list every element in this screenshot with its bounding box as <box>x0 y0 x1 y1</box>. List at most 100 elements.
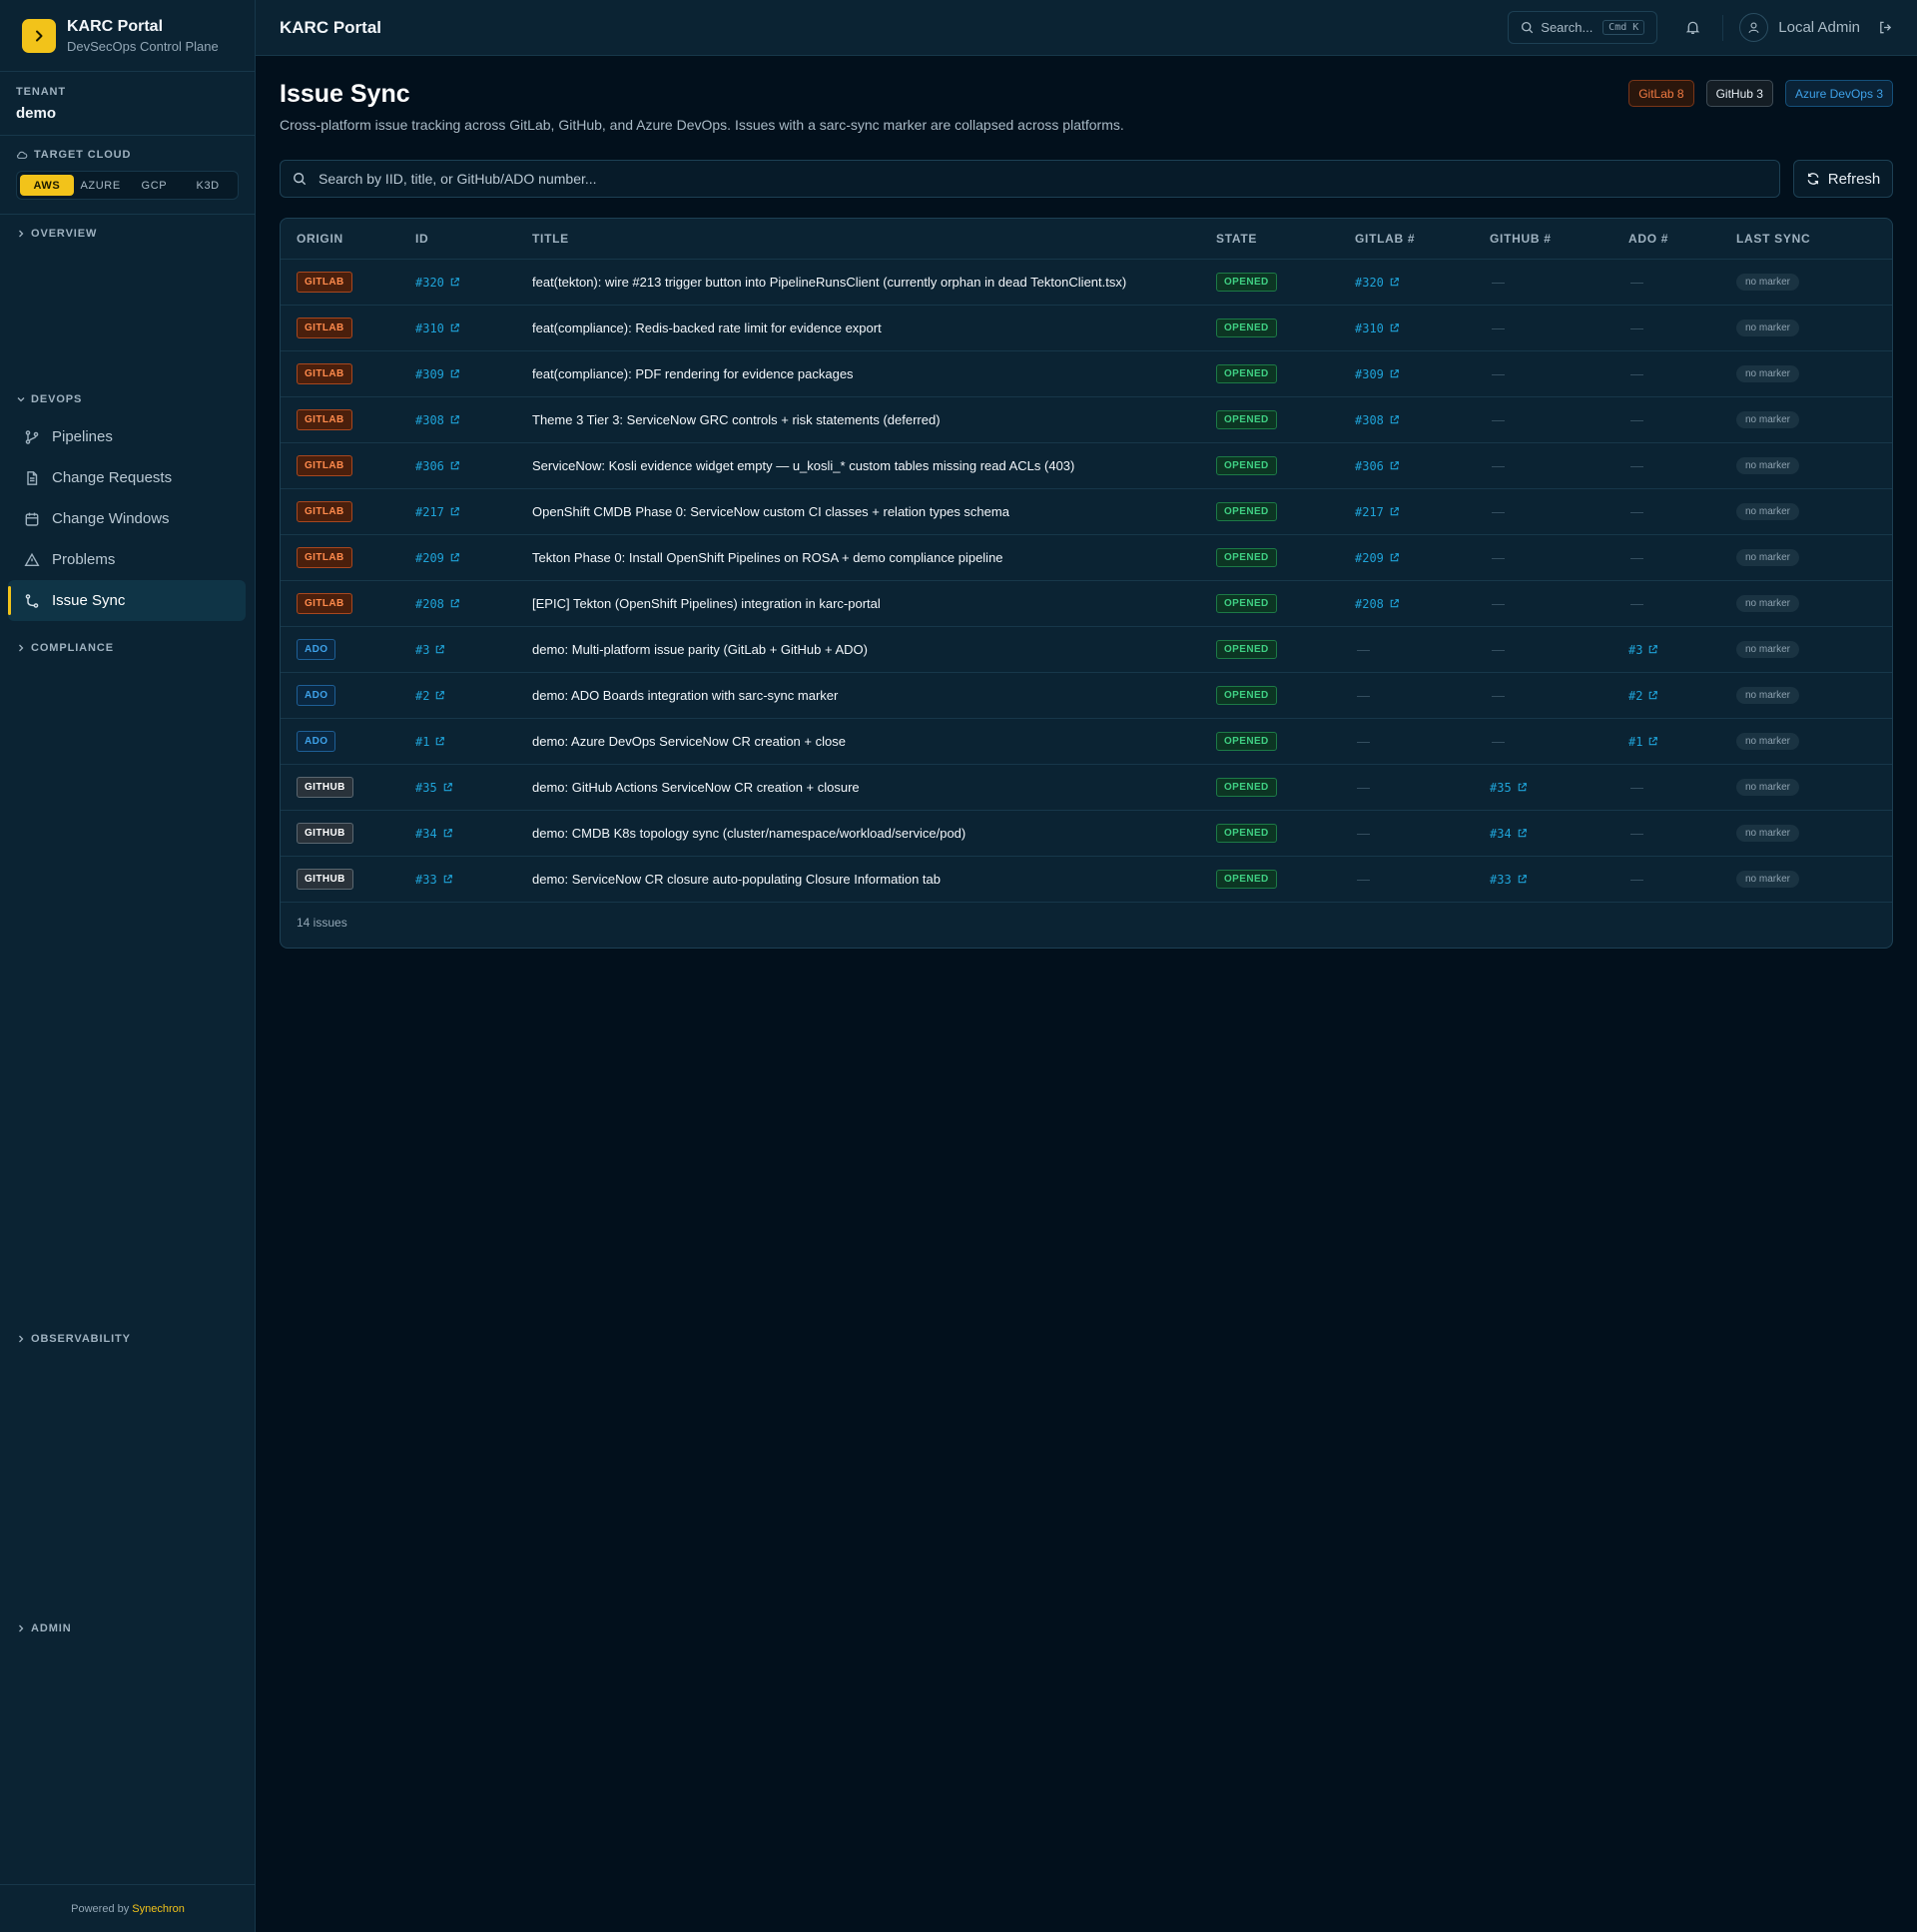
platform-counts: GitLab 8 GitHub 3 Azure DevOps 3 <box>1628 80 1893 107</box>
column-header-last-sync[interactable]: LAST SYNC <box>1736 232 1886 246</box>
sidebar-item-pipelines[interactable]: Pipelines <box>8 416 246 457</box>
footer-brand-link[interactable]: Synechron <box>132 1903 185 1915</box>
gitlab-link[interactable]: #320 <box>1355 276 1400 290</box>
issue-title: OpenShift CMDB Phase 0: ServiceNow custo… <box>532 504 1009 519</box>
gitlab-link[interactable]: #310 <box>1355 322 1400 335</box>
nav-section-observability[interactable]: OBSERVABILITY <box>16 1333 131 1345</box>
issue-id-link[interactable]: #35 <box>415 781 453 795</box>
ado-empty: — <box>1630 275 1643 290</box>
issue-search-input[interactable]: Search by IID, title, or GitHub/ADO numb… <box>280 160 1780 198</box>
nav-section-overview[interactable]: OVERVIEW <box>16 228 97 240</box>
issue-id-link[interactable]: #34 <box>415 827 453 841</box>
column-header-github[interactable]: GITHUB # <box>1490 232 1628 246</box>
issue-id-link[interactable]: #320 <box>415 276 460 290</box>
origin-badge: GITLAB <box>297 363 352 384</box>
cloud-option-azure[interactable]: AZURE <box>74 175 128 196</box>
issue-id-link[interactable]: #208 <box>415 597 460 611</box>
column-header-title[interactable]: TITLE <box>532 232 1216 246</box>
gitlab-empty: — <box>1357 734 1370 749</box>
sidebar-item-change-windows[interactable]: Change Windows <box>8 498 246 539</box>
gitlab-link[interactable]: #209 <box>1355 551 1400 565</box>
table-row[interactable]: GITLAB #309 feat(compliance): PDF renderin… <box>281 351 1892 397</box>
user-name[interactable]: Local Admin <box>1778 19 1860 36</box>
ado-link[interactable]: #1 <box>1628 735 1658 749</box>
chevron-right-icon <box>19 230 24 238</box>
table-row[interactable]: GITHUB #33 demo: ServiceNow CR closure aut… <box>281 857 1892 903</box>
issue-id-link[interactable]: #3 <box>415 643 445 657</box>
global-search-button[interactable]: Search... Cmd K <box>1508 11 1658 44</box>
column-header-origin[interactable]: ORIGIN <box>281 232 415 246</box>
table-row[interactable]: GITLAB #217 OpenShift CMDB Phase 0: Servic… <box>281 489 1892 535</box>
issue-id-link[interactable]: #209 <box>415 551 460 565</box>
table-row[interactable]: GITHUB #34 demo: CMDB K8s topology sync (c… <box>281 811 1892 857</box>
table-row[interactable]: GITLAB #310 feat(compliance): Redis-backed… <box>281 306 1892 351</box>
issue-id-link[interactable]: #217 <box>415 505 460 519</box>
column-header-state[interactable]: STATE <box>1216 232 1355 246</box>
brand[interactable]: KARC Portal DevSecOps Control Plane <box>0 0 255 72</box>
github-number: #34 <box>1490 826 1512 841</box>
ado-link[interactable]: #2 <box>1628 689 1658 703</box>
nav-section-devops[interactable]: DEVOPS <box>16 393 82 405</box>
nav-section-compliance[interactable]: COMPLIANCE <box>16 642 114 654</box>
gitlab-empty: — <box>1357 872 1370 887</box>
issue-id: #35 <box>415 780 437 795</box>
table-row[interactable]: ADO #2 demo: ADO Boards integration with s… <box>281 673 1892 719</box>
issue-title: feat(compliance): Redis-backed rate limi… <box>532 321 882 335</box>
table-row[interactable]: ADO #3 demo: Multi-platform issue parity (… <box>281 627 1892 673</box>
github-link[interactable]: #34 <box>1490 827 1528 841</box>
issue-title: demo: GitHub Actions ServiceNow CR creat… <box>532 780 860 795</box>
issue-id-link[interactable]: #1 <box>415 735 445 749</box>
cloud-option-k3d[interactable]: K3D <box>181 175 235 196</box>
issue-title: Tekton Phase 0: Install OpenShift Pipeli… <box>532 550 1003 565</box>
table-row[interactable]: ADO #1 demo: Azure DevOps ServiceNow CR cr… <box>281 719 1892 765</box>
github-link[interactable]: #33 <box>1490 873 1528 887</box>
issue-search-placeholder: Search by IID, title, or GitHub/ADO numb… <box>319 171 597 187</box>
issue-id-link[interactable]: #309 <box>415 367 460 381</box>
logout-icon[interactable] <box>1878 20 1893 35</box>
chevron-down-icon <box>17 397 25 402</box>
sidebar-item-problems[interactable]: Problems <box>8 539 246 580</box>
ado-number: #3 <box>1628 642 1643 657</box>
column-header-gitlab[interactable]: GITLAB # <box>1355 232 1490 246</box>
tenant-selector[interactable]: TENANT demo <box>0 72 255 136</box>
cloud-option-gcp[interactable]: GCP <box>128 175 182 196</box>
issue-id-link[interactable]: #33 <box>415 873 453 887</box>
github-number: #33 <box>1490 872 1512 887</box>
state-badge: OPENED <box>1216 410 1277 429</box>
sidebar-item-issue-sync[interactable]: Issue Sync <box>8 580 246 621</box>
user-avatar[interactable] <box>1739 13 1769 42</box>
column-header-ado[interactable]: ADO # <box>1628 232 1736 246</box>
gitlab-link[interactable]: #306 <box>1355 459 1400 473</box>
cloud-option-aws[interactable]: AWS <box>20 175 74 196</box>
external-link-icon <box>450 599 459 608</box>
bell-icon[interactable] <box>1685 20 1700 35</box>
sidebar-item-change-requests[interactable]: Change Requests <box>8 457 246 498</box>
issue-id-link[interactable]: #2 <box>415 689 445 703</box>
table-row[interactable]: GITLAB #208 [EPIC] Tekton (OpenShift Pipel… <box>281 581 1892 627</box>
gitlab-number: #309 <box>1355 366 1384 381</box>
gitlab-link[interactable]: #208 <box>1355 597 1400 611</box>
table-row[interactable]: GITLAB #308 Theme 3 Tier 3: ServiceNow GRC… <box>281 397 1892 443</box>
issue-id-link[interactable]: #306 <box>415 459 460 473</box>
nav-section-admin[interactable]: ADMIN <box>16 1622 72 1634</box>
gitlab-link[interactable]: #308 <box>1355 413 1400 427</box>
github-empty: — <box>1492 688 1505 703</box>
external-link-icon <box>1390 323 1399 332</box>
ado-link[interactable]: #3 <box>1628 643 1658 657</box>
origin-badge: GITLAB <box>297 272 352 293</box>
table-row[interactable]: GITHUB #35 demo: GitHub Actions ServiceNow… <box>281 765 1892 811</box>
github-link[interactable]: #35 <box>1490 781 1528 795</box>
gitlab-link[interactable]: #309 <box>1355 367 1400 381</box>
table-row[interactable]: GITLAB #320 feat(tekton): wire #213 trigge… <box>281 260 1892 306</box>
issue-id-link[interactable]: #308 <box>415 413 460 427</box>
issue-id-link[interactable]: #310 <box>415 322 460 335</box>
ado-empty: — <box>1630 504 1643 519</box>
table-row[interactable]: GITLAB #209 Tekton Phase 0: Install OpenSh… <box>281 535 1892 581</box>
issue-id: #309 <box>415 366 444 381</box>
external-link-icon <box>1518 829 1527 838</box>
external-link-icon <box>443 783 452 792</box>
gitlab-link[interactable]: #217 <box>1355 505 1400 519</box>
column-header-id[interactable]: ID <box>415 232 532 246</box>
refresh-button[interactable]: Refresh <box>1793 160 1893 198</box>
table-row[interactable]: GITLAB #306 ServiceNow: Kosli evidence wid… <box>281 443 1892 489</box>
